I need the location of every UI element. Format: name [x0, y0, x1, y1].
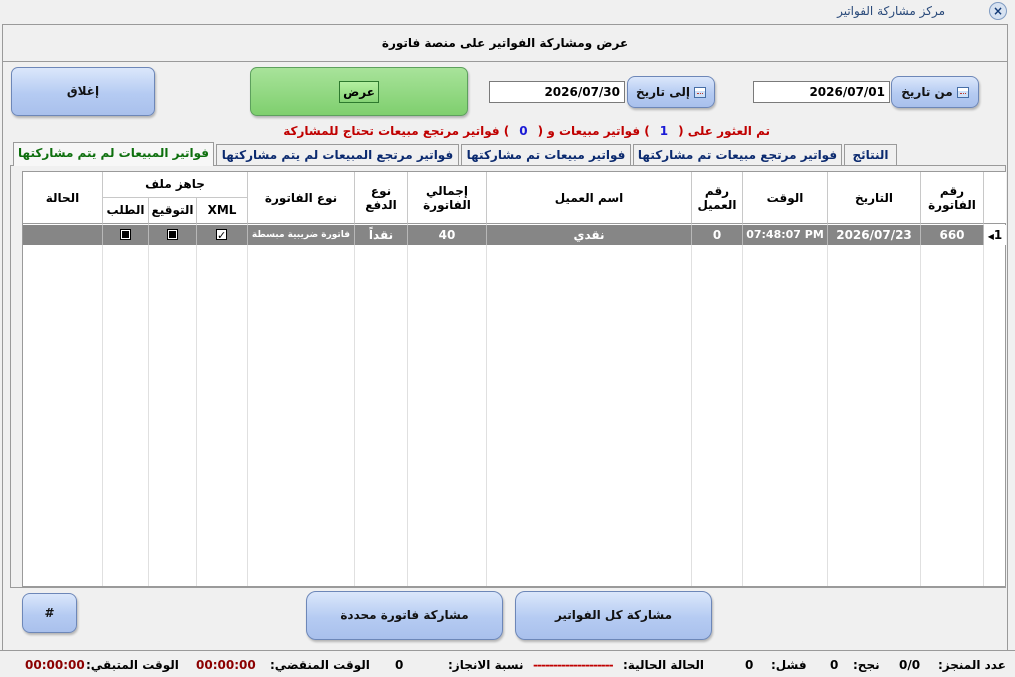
- invoice-sharing-window: مركز مشاركة الفواتير × عرض ومشاركة الفوا…: [0, 0, 1015, 677]
- from-date-label: من تاريخ: [901, 85, 953, 99]
- cell-status: [23, 225, 103, 245]
- col-invoice-no[interactable]: رقم الفاتورة: [921, 172, 984, 224]
- cell-customer-no: 0: [692, 225, 743, 245]
- remaining-value: 00:00:00: [25, 658, 85, 672]
- cell-customer-name: نقدي: [487, 225, 692, 245]
- invoices-grid[interactable]: الحالة جاهز ملف الطلب التوقيع XML نوع ال…: [22, 171, 1006, 587]
- success-label: نجح:: [853, 658, 880, 672]
- col-xml[interactable]: XML: [197, 198, 248, 224]
- tab-strip: النتائج فواتير مرتجع مبيعات تم مشاركتها …: [13, 142, 899, 166]
- table-row[interactable]: فاتورة ضريبية مبسطة نقداً 40 نقدي 0 07:4…: [23, 225, 984, 245]
- returns-count: 0: [519, 124, 528, 138]
- from-date-button[interactable]: من تاريخ: [891, 76, 979, 108]
- page-title: عرض ومشاركة الفواتير على منصة فاتورة: [381, 36, 629, 50]
- tab-returns-unshared[interactable]: فواتير مرتجع المبيعات لم يتم مشاركتها: [216, 144, 459, 165]
- from-date-input[interactable]: 2026/07/01: [753, 81, 890, 103]
- current-value: --------------------: [533, 658, 614, 672]
- remaining-label: الوقت المتبقي:: [86, 658, 179, 672]
- to-date-button[interactable]: إلى تاريخ: [627, 76, 715, 108]
- window-title: مركز مشاركة الفواتير: [837, 4, 945, 18]
- request-checkbox[interactable]: [120, 229, 131, 240]
- col-customer-name[interactable]: اسم العميل: [487, 172, 692, 224]
- col-signature[interactable]: التوقيع: [149, 198, 197, 224]
- fail-label: فشل:: [771, 658, 807, 672]
- found-prefix: تم العثور على (: [678, 124, 770, 138]
- cell-signature[interactable]: [149, 225, 197, 245]
- tab-sales-unshared[interactable]: فواتير المبيعات لم يتم مشاركتها: [13, 142, 214, 166]
- cell-invoice-total: 40: [408, 225, 487, 245]
- row-indicator[interactable]: ◀1: [984, 225, 1006, 245]
- tab-sales-shared[interactable]: فواتير مبيعات تم مشاركتها: [461, 144, 631, 165]
- fail-value: 0: [745, 658, 754, 672]
- header-strip: عرض ومشاركة الفواتير على منصة فاتورة: [2, 24, 1008, 62]
- col-customer-no[interactable]: رقم العميل: [692, 172, 743, 224]
- cell-invoice-type: فاتورة ضريبية مبسطة: [248, 225, 355, 245]
- cell-payment-type: نقداً: [355, 225, 408, 245]
- elapsed-value: 00:00:00: [196, 658, 256, 672]
- col-payment-type[interactable]: نوع الدفع: [355, 172, 408, 224]
- col-request[interactable]: الطلب: [103, 198, 149, 224]
- col-status[interactable]: الحالة: [23, 172, 103, 224]
- done-value: 0/0: [899, 658, 921, 672]
- calendar-icon: [694, 87, 706, 98]
- xml-checkbox[interactable]: [216, 226, 227, 245]
- cell-request[interactable]: [103, 225, 149, 245]
- title-bar: مركز مشاركة الفواتير ×: [0, 0, 1015, 24]
- elapsed-label: الوقت المنقضي:: [270, 658, 370, 672]
- progress-label: نسبة الانجاز:: [448, 658, 524, 672]
- view-button-label[interactable]: عرض: [339, 81, 379, 103]
- found-suffix: ) فواتير مرتجع مبيعات تحتاج للمشاركة: [283, 124, 510, 138]
- done-label: عدد المنجز:: [938, 658, 1006, 672]
- share-all-button[interactable]: مشاركة كل الفواتير: [515, 591, 712, 640]
- col-file-ready[interactable]: جاهز ملف: [103, 172, 248, 198]
- found-middle: ) فواتير مبيعات و (: [537, 124, 650, 138]
- success-value: 0: [830, 658, 839, 672]
- cell-xml[interactable]: [197, 225, 248, 245]
- close-icon[interactable]: ×: [989, 2, 1007, 20]
- col-invoice-total[interactable]: إجمالي الفاتورة: [408, 172, 487, 224]
- cell-date: 2026/07/23: [828, 225, 921, 245]
- to-date-input[interactable]: 2026/07/30: [489, 81, 625, 103]
- signature-checkbox[interactable]: [167, 229, 178, 240]
- share-selected-button[interactable]: مشاركة فاتورة محددة: [306, 591, 503, 640]
- close-button[interactable]: إغلاق: [11, 67, 155, 116]
- col-date[interactable]: التاريخ: [828, 172, 921, 224]
- progress-value: 0: [395, 658, 404, 672]
- col-time[interactable]: الوقت: [743, 172, 828, 224]
- tab-results[interactable]: النتائج: [844, 144, 897, 165]
- status-bar: عدد المنجز: 0/0 نجح: 0 فشل: 0 الحالة الح…: [0, 650, 1015, 677]
- cell-time: 07:48:07 PM: [743, 225, 828, 245]
- row-indicator-header: [984, 172, 1006, 224]
- row-index: 1: [993, 228, 1003, 242]
- tab-returns-shared[interactable]: فواتير مرتجع مبيعات تم مشاركتها: [633, 144, 842, 165]
- to-date-label: إلى تاريخ: [635, 85, 690, 99]
- cell-invoice-no: 660: [921, 225, 984, 245]
- calendar-icon: [956, 87, 969, 98]
- view-button[interactable]: عرض: [250, 67, 468, 116]
- current-label: الحالة الحالية:: [623, 658, 704, 672]
- found-summary: تم العثور على ( 1 ) فواتير مبيعات و ( 0 ) فو…: [0, 124, 770, 138]
- sales-count: 1: [659, 124, 669, 138]
- col-invoice-type[interactable]: نوع الفاتورة: [248, 172, 355, 224]
- hash-button[interactable]: #: [22, 593, 77, 633]
